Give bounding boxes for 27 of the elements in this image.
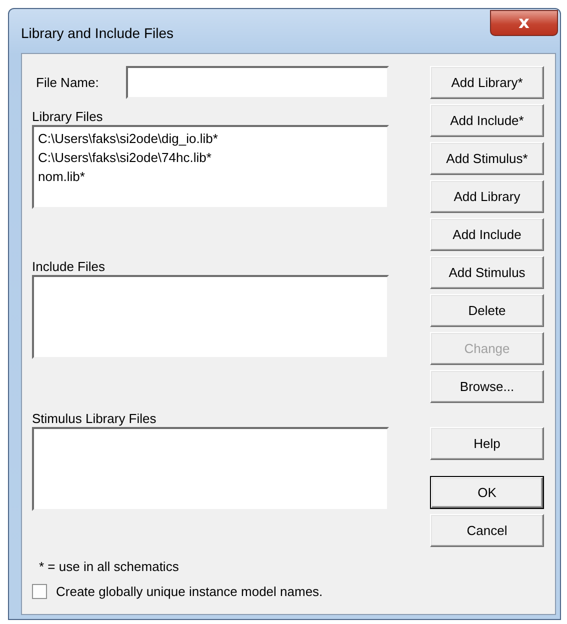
list-item[interactable]: C:\Users\faks\si2ode\74hc.lib* bbox=[38, 148, 383, 167]
dialog-button[interactable]: Add Library* bbox=[430, 66, 544, 99]
dialog-button[interactable]: Cancel bbox=[430, 514, 544, 547]
list-item[interactable]: nom.lib* bbox=[38, 167, 383, 186]
dialog-button[interactable]: Add Include bbox=[430, 218, 544, 251]
list-label: Library Files bbox=[32, 109, 104, 125]
dialog-button[interactable]: Add Stimulus* bbox=[430, 142, 544, 175]
checkbox-label: Create globally unique instance model names. bbox=[56, 584, 323, 599]
file-list[interactable] bbox=[32, 427, 389, 511]
file-list[interactable]: C:\Users\faks\si2ode\dig_io.lib* C:\Users\faks\si2ode\74hc.lib* nom.lib* bbox=[32, 125, 389, 209]
list-label: Stimulus Library Files bbox=[32, 411, 158, 427]
list-label: Include Files bbox=[32, 259, 106, 275]
checkbox[interactable] bbox=[32, 584, 47, 599]
file-name-field[interactable] bbox=[126, 66, 389, 99]
footnote: * = use in all schematics bbox=[38, 559, 180, 574]
dialog-button[interactable]: Add Stimulus bbox=[430, 256, 544, 289]
window-title: Library and Include Files bbox=[21, 25, 174, 41]
dialog-button[interactable]: Add Library bbox=[430, 180, 544, 213]
file-list[interactable] bbox=[32, 275, 389, 359]
dialog-button[interactable]: Browse... bbox=[430, 370, 544, 403]
list-item[interactable]: C:\Users\faks\si2ode\dig_io.lib* bbox=[38, 129, 383, 148]
dialog-button[interactable]: Help bbox=[430, 427, 544, 460]
dialog-button[interactable]: Add Include* bbox=[430, 104, 544, 137]
dialog-button[interactable]: Delete bbox=[430, 294, 544, 327]
close-button[interactable]: x bbox=[490, 10, 558, 36]
dialog-button[interactable]: OK bbox=[430, 476, 544, 509]
field-label: File Name: bbox=[35, 75, 100, 90]
